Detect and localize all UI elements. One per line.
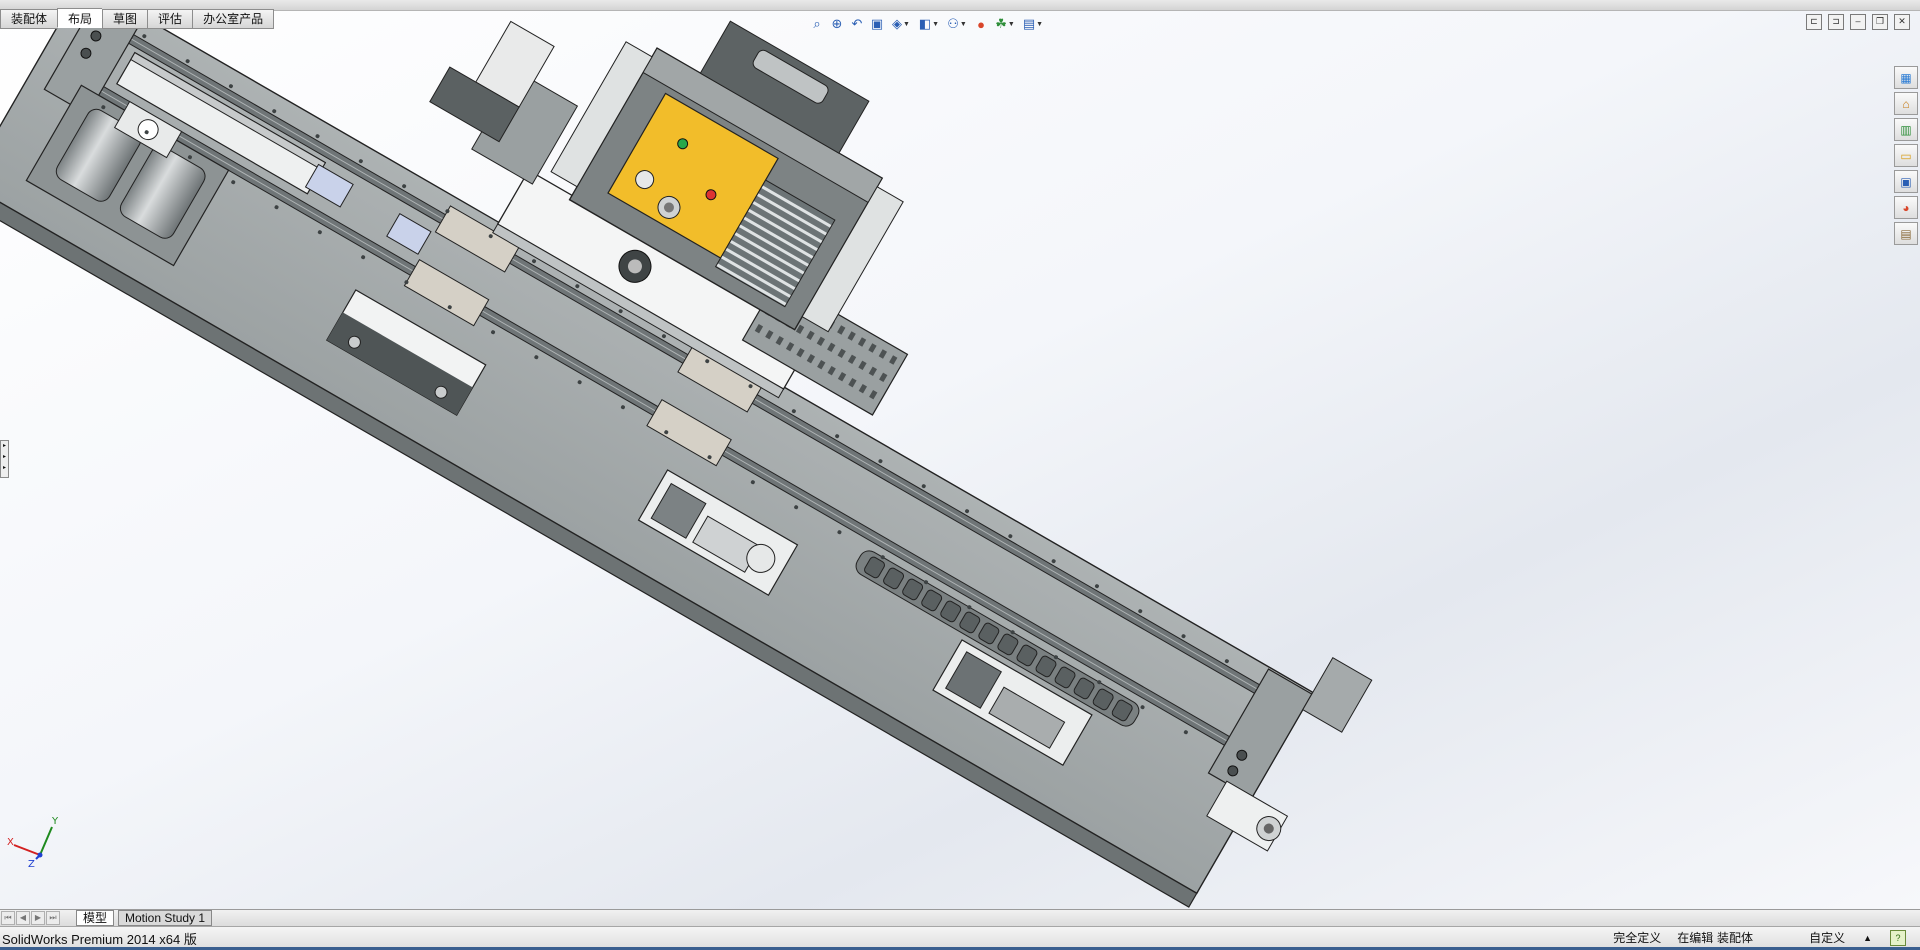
- help-icon[interactable]: ?: [1890, 929, 1906, 946]
- feature-manager-flyout-handle[interactable]: ▸ ▸ ▸: [0, 440, 9, 478]
- heads-up-view-toolbar: ⌕ ⊕ ↶ ▣ ◈ ▼ ◧ ▼ ⚇ ▼ ● ☘ ▼ ▤ ▼: [808, 13, 1046, 35]
- apply-scene-icon[interactable]: ☘ ▼: [992, 15, 1018, 33]
- bottom-tab-bar: ⏮ ◀ ▶ ⏭ 模型 Motion Study 1: [0, 909, 1920, 926]
- status-app-name: SolidWorks Premium 2014 x64 版: [2, 932, 197, 947]
- tab-evaluate[interactable]: 评估: [147, 9, 193, 29]
- close-icon[interactable]: ✕: [1894, 14, 1910, 30]
- zoom-to-fit-icon[interactable]: ⌕: [808, 15, 826, 33]
- tab-motion-study[interactable]: Motion Study 1: [118, 910, 213, 926]
- status-right-group: 完全定义 在编辑 装配体 自定义 ▲ ?: [1605, 929, 1906, 946]
- status-units[interactable]: 自定义: [1801, 929, 1853, 946]
- units-up-arrow-icon[interactable]: ▲: [1853, 933, 1882, 943]
- tile-vertical-icon[interactable]: ⊐: [1828, 14, 1844, 30]
- view-palette-icon[interactable]: ▣: [1894, 170, 1918, 193]
- tab-layout[interactable]: 布局: [57, 8, 103, 28]
- tab-office-products[interactable]: 办公室产品: [192, 9, 275, 29]
- task-pane: ▦ ⌂ ▥ ▭ ▣ ◕ ▤: [1894, 66, 1920, 245]
- command-manager-tabs: 装配体 布局 草图 评估 办公室产品: [0, 8, 275, 29]
- graphics-viewport[interactable]: X Y Z: [0, 0, 1920, 910]
- hide-show-items-icon[interactable]: ⚇ ▼: [944, 15, 970, 33]
- display-style-icon[interactable]: ◧ ▼: [916, 15, 942, 33]
- view-settings-icon[interactable]: ▤ ▼: [1020, 15, 1046, 33]
- triad-x-label: X: [7, 837, 14, 848]
- status-bar: SolidWorks Premium 2014 x64 版 完全定义 在编辑 装…: [0, 926, 1920, 947]
- last-tab-arrow-icon[interactable]: ⏭: [46, 911, 60, 925]
- previous-view-icon[interactable]: ↶: [848, 15, 866, 33]
- minimize-icon[interactable]: –: [1850, 14, 1866, 30]
- tab-assembly[interactable]: 装配体: [0, 9, 58, 29]
- status-definition: 完全定义: [1613, 931, 1662, 945]
- tab-model[interactable]: 模型: [76, 910, 115, 926]
- solidworks-window: X Y Z 装配体 布局 草图 评估 办公室产品 ⌕ ⊕ ↶ ▣ ◈ ▼ ◧ ▼ ⚇…: [0, 0, 1920, 950]
- home-icon[interactable]: ⌂: [1894, 92, 1918, 115]
- section-view-icon[interactable]: ▣: [868, 15, 886, 33]
- design-library-icon[interactable]: ▥: [1894, 118, 1918, 141]
- triad-z-label: Z: [28, 859, 35, 870]
- solidworks-resources-icon[interactable]: ▦: [1894, 66, 1918, 89]
- first-tab-arrow-icon[interactable]: ⏮: [1, 911, 15, 925]
- status-editing: 在编辑 装配体: [1677, 931, 1754, 945]
- command-manager-strip: [0, 0, 1920, 11]
- custom-properties-icon[interactable]: ▤: [1894, 222, 1918, 245]
- edit-appearance-icon[interactable]: ●: [972, 15, 990, 33]
- triad-y-label: Y: [51, 816, 59, 827]
- document-window-controls: ⊏ ⊐ – ❐ ✕: [1806, 14, 1910, 30]
- restore-icon[interactable]: ❐: [1872, 14, 1888, 30]
- file-explorer-icon[interactable]: ▭: [1894, 144, 1918, 167]
- next-tab-arrow-icon[interactable]: ▶: [31, 911, 45, 925]
- tab-sketch[interactable]: 草图: [102, 9, 148, 29]
- view-orientation-icon[interactable]: ◈ ▼: [888, 15, 914, 33]
- tile-horizontal-icon[interactable]: ⊏: [1806, 14, 1822, 30]
- prev-tab-arrow-icon[interactable]: ◀: [16, 911, 30, 925]
- appearances-icon[interactable]: ◕: [1894, 196, 1918, 219]
- zoom-to-area-icon[interactable]: ⊕: [828, 15, 846, 33]
